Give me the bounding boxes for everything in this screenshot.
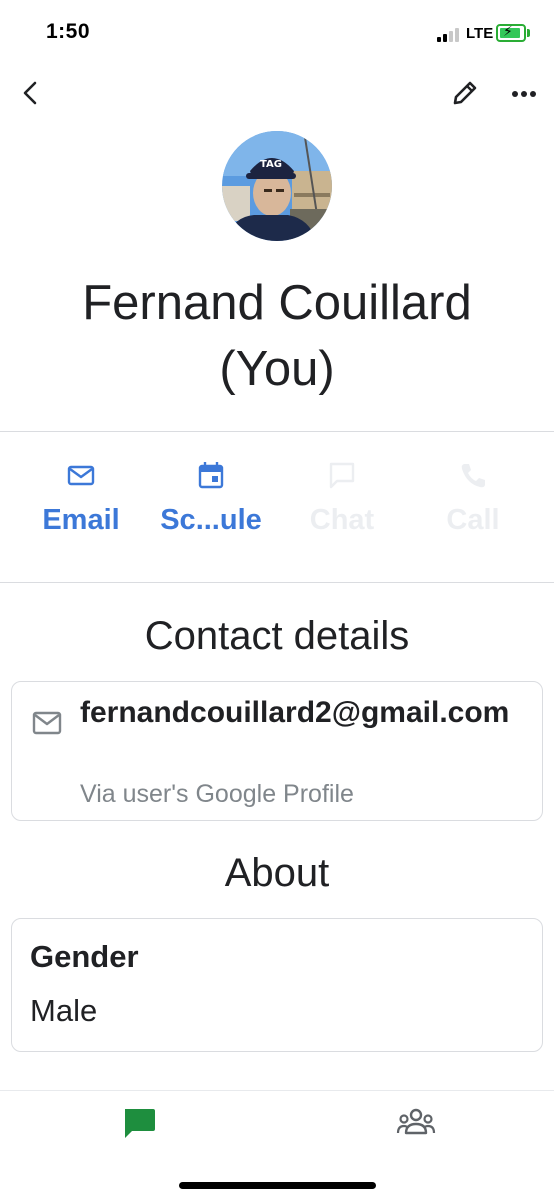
chat-action-button[interactable]: Chat [277,456,407,546]
profile-photo: TAG [222,131,332,241]
gender-value: Male [30,993,98,1028]
status-bar: 1:50 LTE ⚡ [0,0,554,66]
avatar: TAG [222,131,332,241]
about-heading: About [224,851,330,895]
schedule-action-label: Sc...ule [160,504,262,536]
profile-name-line2: (You) [219,342,335,396]
chevron-left-icon [23,81,37,105]
schedule-action-button[interactable]: Sc...ule [146,456,276,546]
svg-text:TAG: TAG [260,159,282,170]
contact-email[interactable]: fernandcouillard2@gmail.com [80,694,530,732]
status-time: 1:50 [46,20,91,43]
contact-details-heading: Contact details [144,614,410,658]
email-contact-card[interactable]: fernandcouillard2@gmail.com Via user's G… [11,681,543,821]
about-card: Gender Male [11,918,543,1052]
profile-name: Fernand Couillard (You) [0,270,554,402]
tab-people[interactable] [396,1107,436,1139]
network-label: LTE [466,25,494,42]
signal-icon [437,28,463,42]
edit-button[interactable] [448,76,482,110]
call-action-label: Call [446,504,500,536]
email-action-button[interactable]: Email [16,456,146,546]
battery-cap [527,29,530,37]
home-indicator[interactable] [179,1182,376,1189]
mail-icon [32,711,62,735]
chat-action-label: Chat [309,504,375,536]
divider-actions [0,582,554,583]
calendar-icon [198,462,224,489]
call-action-button[interactable]: Call [408,456,538,546]
gender-label: Gender [30,939,139,974]
pencil-icon [453,81,477,105]
divider-top [0,431,554,432]
chat-icon [329,462,355,489]
phone-icon [461,464,485,488]
battery-icon: ⚡ [496,23,526,42]
email-action-label: Email [42,504,120,536]
more-horizontal-icon [512,91,536,97]
people-icon [396,1108,436,1135]
tab-chat[interactable] [120,1105,158,1141]
contact-email-source: Via user's Google Profile [80,780,354,808]
back-button[interactable] [14,76,48,110]
profile-name-line1: Fernand Couillard [82,276,472,330]
chat-bubble-icon [125,1109,155,1138]
mail-icon [67,465,95,486]
more-options-button[interactable] [506,76,542,110]
